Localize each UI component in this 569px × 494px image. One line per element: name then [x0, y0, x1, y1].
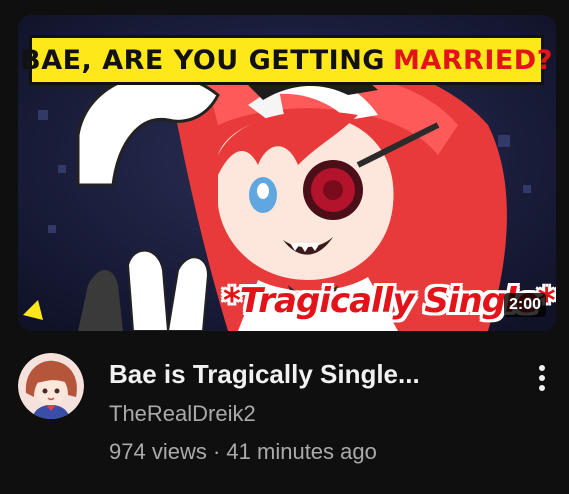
more-vert-icon — [539, 365, 545, 371]
upload-age: 41 minutes ago — [226, 439, 377, 464]
channel-name[interactable]: TheRealDreik2 — [109, 399, 509, 429]
video-stats: 974 views · 41 minutes ago — [109, 437, 509, 467]
more-vert-icon-dot — [539, 375, 545, 381]
video-meta: Bae is Tragically Single... TheRealDreik… — [109, 350, 509, 467]
channel-avatar[interactable] — [18, 353, 84, 419]
banner-accent-text: MARRIED? — [392, 44, 553, 76]
avatar-image — [18, 353, 84, 419]
video-thumbnail[interactable]: BAE, ARE YOU GETTING MARRIED? *Tragicall… — [18, 15, 556, 331]
video-title[interactable]: Bae is Tragically Single... — [109, 357, 509, 391]
video-details: Bae is Tragically Single... TheRealDreik… — [18, 350, 556, 480]
view-count: 974 views — [109, 439, 207, 464]
thumbnail-banner: BAE, ARE YOU GETTING MARRIED? — [20, 35, 552, 85]
video-card: BAE, ARE YOU GETTING MARRIED? *Tragicall… — [0, 0, 569, 494]
more-options-button[interactable] — [528, 358, 556, 398]
banner-text: BAE, ARE YOU GETTING — [20, 44, 385, 76]
more-vert-icon-dot — [539, 385, 545, 391]
duration-badge: 2:00 — [503, 293, 546, 317]
stats-separator: · — [212, 439, 221, 464]
